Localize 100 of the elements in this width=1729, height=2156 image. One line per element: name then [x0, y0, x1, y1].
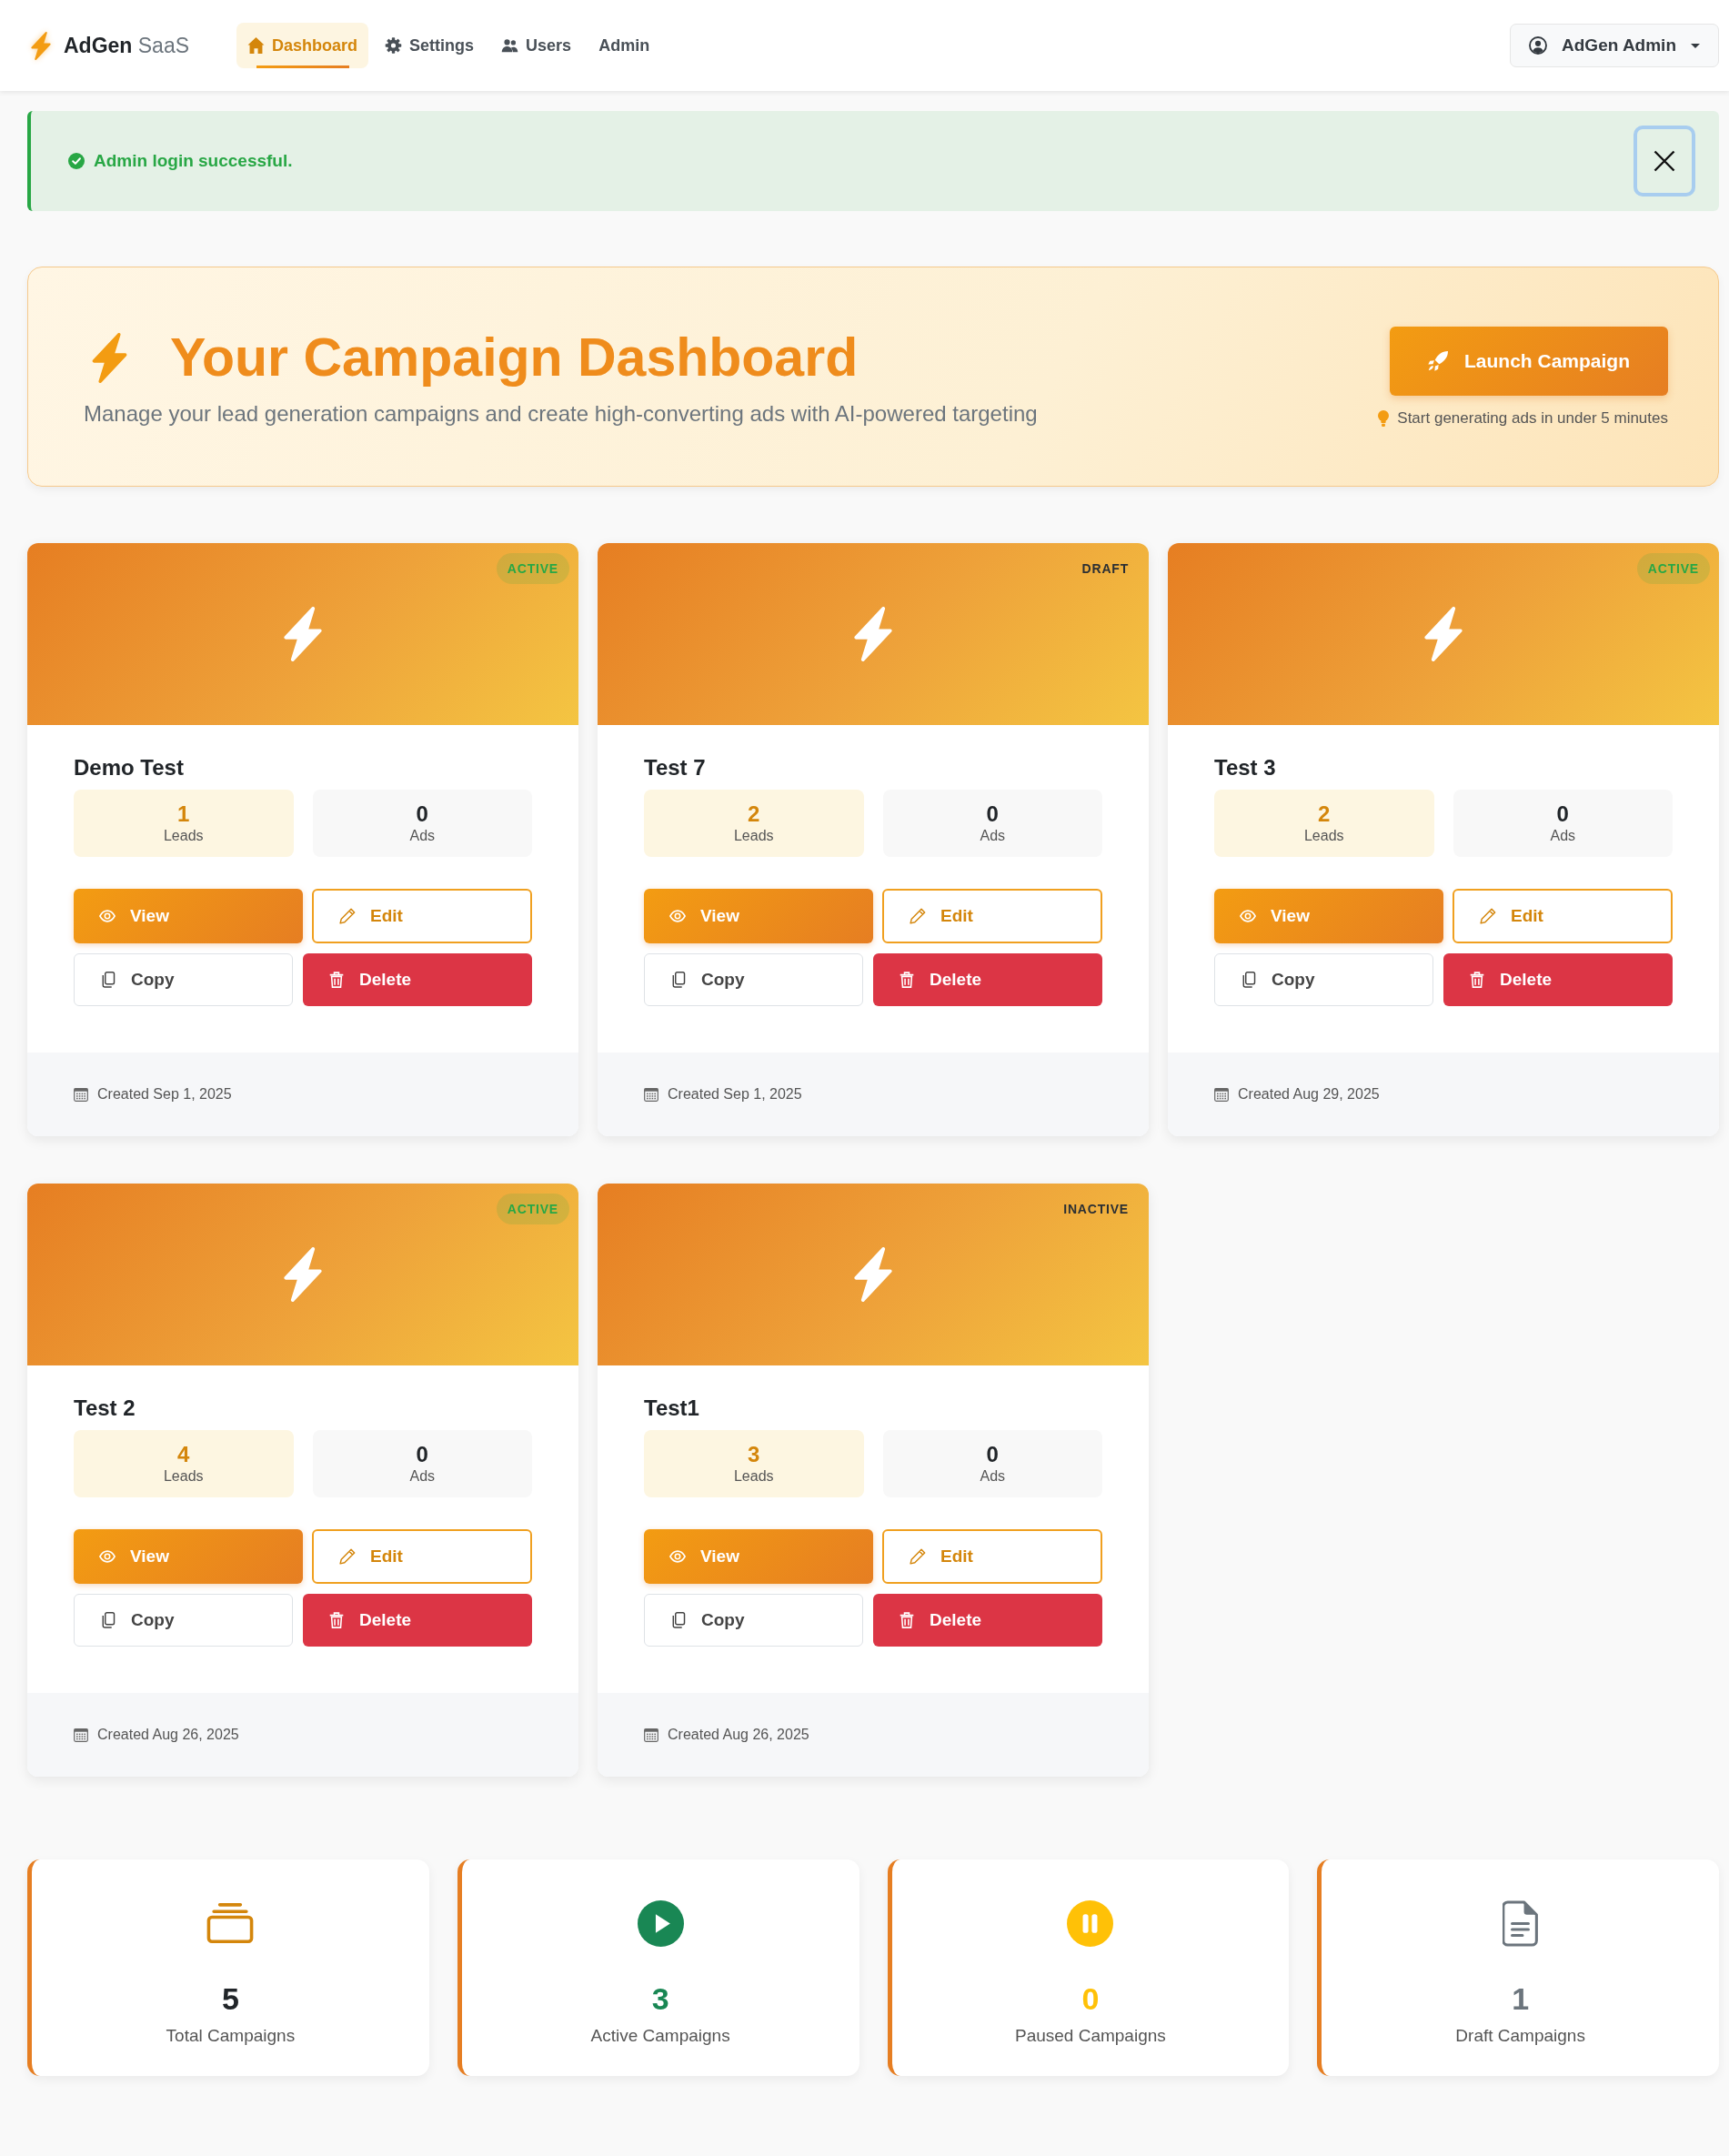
rocket-icon — [1428, 350, 1448, 371]
nav-tab[interactable]: Settings — [374, 23, 486, 68]
copy-button[interactable]: Copy — [1214, 953, 1433, 1006]
pencil-icon — [910, 1548, 926, 1565]
calendar-icon — [644, 1087, 658, 1102]
edit-button[interactable]: Edit — [882, 889, 1102, 943]
document-icon — [1503, 1899, 1539, 1947]
close-icon — [1654, 150, 1675, 172]
delete-button[interactable]: Delete — [1443, 953, 1673, 1006]
copy-button[interactable]: Copy — [644, 1594, 863, 1647]
copy-icon — [100, 972, 116, 988]
view-button[interactable]: View — [74, 889, 303, 943]
metric-label: Ads — [1550, 827, 1576, 845]
metric-value: 0 — [986, 801, 999, 827]
delete-button[interactable]: Delete — [303, 1594, 532, 1647]
pencil-icon — [339, 908, 356, 924]
house-icon — [247, 37, 266, 54]
user-menu-button[interactable]: AdGen Admin — [1510, 24, 1719, 67]
metric-label: Leads — [733, 1467, 774, 1486]
launch-campaign-button[interactable]: Launch Campaign — [1390, 326, 1668, 396]
view-button[interactable]: View — [74, 1529, 303, 1584]
alert-message: Admin login successful. — [94, 151, 293, 171]
created-date: Created Aug 26, 2025 — [668, 1727, 809, 1743]
created-date: Created Aug 29, 2025 — [1238, 1086, 1380, 1103]
stat-label: Paused Campaigns — [1014, 2025, 1166, 2047]
layers-icon — [206, 1902, 255, 1944]
copy-button[interactable]: Copy — [74, 953, 293, 1006]
eye-icon — [669, 908, 686, 924]
lightning-bolt-icon — [30, 31, 52, 60]
lightbulb-icon — [1378, 409, 1390, 427]
trash-icon — [899, 972, 915, 988]
metric-value: 2 — [748, 801, 760, 827]
metric-label: Leads — [733, 827, 774, 845]
delete-button[interactable]: Delete — [303, 953, 532, 1006]
metric-label: Ads — [980, 827, 1006, 845]
pencil-icon — [910, 908, 926, 924]
delete-button[interactable]: Delete — [873, 1594, 1102, 1647]
metric-value: 3 — [748, 1442, 760, 1467]
lightning-bolt-icon — [284, 1247, 322, 1302]
users-icon — [501, 37, 519, 54]
stat-number: 3 — [651, 1980, 669, 2017]
lightning-bolt-icon — [1424, 607, 1463, 661]
lightning-bolt-icon — [854, 607, 892, 661]
check-circle-icon — [68, 153, 85, 169]
copy-icon — [670, 1612, 687, 1628]
stat-label: Draft Campaigns — [1455, 2025, 1585, 2047]
caret-icon — [1691, 43, 1700, 48]
brand-name[interactable]: AdGen SaaS — [64, 33, 190, 58]
created-date: Created Sep 1, 2025 — [668, 1086, 802, 1103]
copy-button[interactable]: Copy — [644, 953, 863, 1006]
campaign-name: Test 2 — [74, 1395, 136, 1422]
status-label: INACTIVE — [1062, 1201, 1130, 1218]
metric-label: Leads — [163, 827, 204, 845]
hero-note: Start generating ads in under 5 minutes — [1397, 408, 1668, 428]
trash-icon — [328, 972, 345, 988]
copy-button[interactable]: Copy — [74, 1594, 293, 1647]
eye-icon — [99, 908, 116, 924]
nav-tab[interactable]: Users — [490, 23, 583, 68]
metric-value: 0 — [1556, 801, 1569, 827]
view-button[interactable]: View — [644, 889, 873, 943]
edit-button[interactable]: Edit — [882, 1529, 1102, 1584]
pause-icon — [1067, 1899, 1114, 1947]
user-circle-icon — [1529, 36, 1548, 55]
status-badge: ACTIVE — [496, 553, 569, 584]
hero-title: Your Campaign Dashboard — [170, 327, 859, 390]
delete-button[interactable]: Delete — [873, 953, 1102, 1006]
view-button[interactable]: View — [644, 1529, 873, 1584]
pencil-icon — [339, 1548, 356, 1565]
trash-icon — [328, 1612, 345, 1628]
calendar-icon — [1214, 1087, 1229, 1102]
calendar-icon — [74, 1728, 88, 1742]
view-button[interactable]: View — [1214, 889, 1443, 943]
trash-icon — [899, 1612, 915, 1628]
metric-label: Leads — [163, 1467, 204, 1486]
nav-tab[interactable]: Admin — [588, 23, 661, 68]
campaign-name: Test 7 — [644, 754, 707, 781]
hero-subtitle: Manage your lead generation campaigns and create high-converting ads with AI-powered targeting — [84, 401, 1038, 428]
stat-label: Total Campaigns — [166, 2025, 296, 2047]
eye-icon — [669, 1548, 686, 1565]
calendar-icon — [644, 1728, 658, 1742]
stat-number: 5 — [221, 1980, 239, 2017]
status-badge: ACTIVE — [496, 1194, 569, 1224]
edit-button[interactable]: Edit — [312, 889, 532, 943]
campaign-name: Test1 — [644, 1395, 700, 1422]
nav-tab[interactable]: Dashboard — [236, 23, 369, 68]
copy-icon — [670, 972, 687, 988]
status-badge: ACTIVE — [1636, 553, 1710, 584]
metric-label: Leads — [1303, 827, 1344, 845]
created-date: Created Sep 1, 2025 — [97, 1086, 232, 1103]
copy-icon — [1241, 972, 1257, 988]
calendar-icon — [74, 1087, 88, 1102]
created-date: Created Aug 26, 2025 — [97, 1727, 239, 1743]
status-label: DRAFT — [1081, 560, 1130, 578]
eye-icon — [99, 1548, 116, 1565]
metric-value: 0 — [986, 1442, 999, 1467]
edit-button[interactable]: Edit — [312, 1529, 532, 1584]
metric-label: Ads — [980, 1467, 1006, 1486]
close-button[interactable] — [1634, 126, 1695, 196]
play-icon — [637, 1899, 684, 1947]
edit-button[interactable]: Edit — [1453, 889, 1673, 943]
